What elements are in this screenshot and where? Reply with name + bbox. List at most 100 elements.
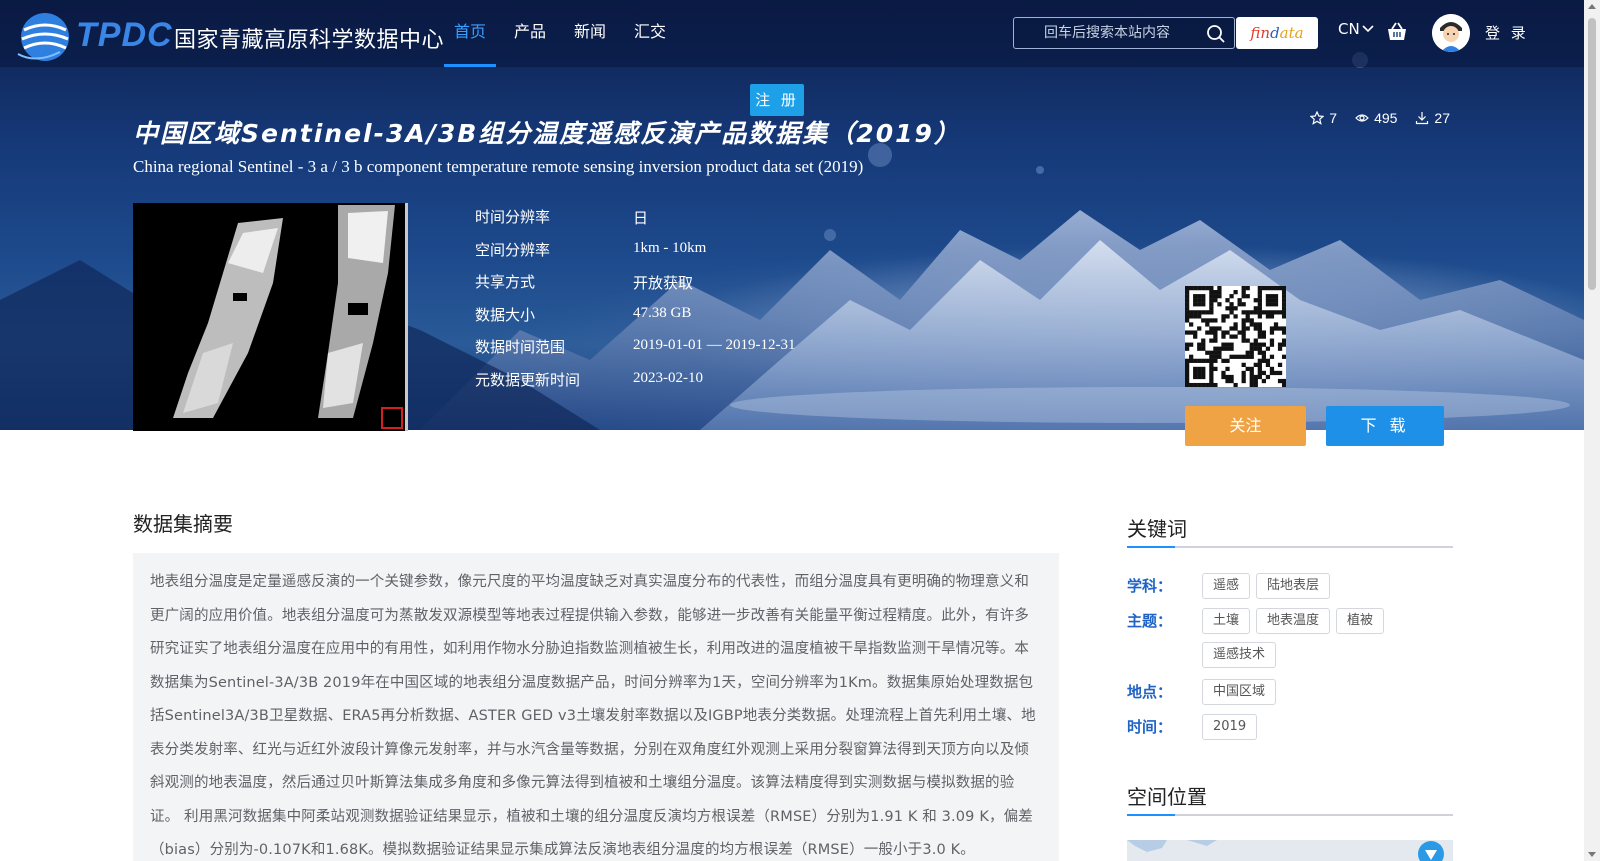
qr-module bbox=[1245, 310, 1250, 315]
avatar[interactable] bbox=[1432, 14, 1470, 52]
qr-module bbox=[1225, 358, 1230, 363]
qr-module bbox=[1245, 286, 1250, 291]
qr-module bbox=[1185, 358, 1190, 363]
qr-module bbox=[1269, 326, 1275, 331]
qr-module bbox=[1241, 370, 1246, 376]
qr-module bbox=[1205, 322, 1210, 327]
qr-module bbox=[1261, 350, 1266, 355]
search-icon[interactable] bbox=[1206, 24, 1226, 44]
qr-module bbox=[1197, 374, 1202, 380]
findata-link[interactable]: findata bbox=[1236, 17, 1318, 49]
qr-module bbox=[1261, 354, 1266, 359]
thumbnail-edge bbox=[405, 203, 408, 431]
nav-submit[interactable]: 汇交 bbox=[620, 0, 680, 67]
qr-module bbox=[1241, 378, 1246, 384]
qr-module bbox=[1241, 302, 1246, 307]
qr-module bbox=[1245, 354, 1250, 359]
qr-module bbox=[1233, 306, 1238, 311]
qr-module bbox=[1229, 302, 1234, 307]
scroll-down-icon[interactable] bbox=[1588, 852, 1596, 857]
qr-module bbox=[1201, 338, 1206, 343]
keyword-tag[interactable]: 地表温度 bbox=[1256, 608, 1331, 634]
qr-module bbox=[1193, 334, 1198, 339]
qr-module bbox=[1209, 318, 1214, 323]
qr-module bbox=[1193, 358, 1198, 363]
qr-module bbox=[1257, 286, 1262, 291]
qr-module bbox=[1197, 366, 1202, 372]
qr-module bbox=[1201, 310, 1206, 315]
download-icon bbox=[1416, 112, 1429, 125]
meta-label: 数据时间范围 bbox=[475, 338, 566, 356]
scroll-up-icon[interactable] bbox=[1588, 4, 1596, 9]
qr-module bbox=[1201, 294, 1206, 299]
qr-module bbox=[1281, 314, 1287, 319]
qr-module bbox=[1253, 342, 1258, 347]
keyword-tag[interactable]: 中国区域 bbox=[1202, 679, 1277, 705]
nav-products[interactable]: 产品 bbox=[500, 0, 560, 67]
map-image bbox=[1127, 840, 1453, 861]
language-switcher[interactable]: CN bbox=[1338, 20, 1374, 38]
keyword-tag[interactable]: 遥感 bbox=[1202, 573, 1251, 599]
keyword-tag[interactable]: 2019 bbox=[1202, 714, 1258, 740]
dataset-thumbnail[interactable] bbox=[133, 203, 408, 431]
meta-label: 元数据更新时间 bbox=[475, 370, 581, 389]
qr-module bbox=[1257, 298, 1262, 303]
findata-part-1: fin bbox=[1250, 24, 1271, 42]
basket-icon[interactable] bbox=[1386, 21, 1408, 43]
nav-news[interactable]: 新闻 bbox=[560, 0, 620, 67]
keyword-tag[interactable]: 土壤 bbox=[1202, 608, 1251, 634]
qr-module bbox=[1217, 326, 1222, 331]
register-button[interactable]: 注 册 bbox=[750, 84, 804, 116]
scrollbar-thumb[interactable] bbox=[1588, 18, 1596, 290]
qr-module bbox=[1193, 310, 1198, 315]
qr-module bbox=[1269, 354, 1275, 359]
meta-row: 空间分辨率 1km - 10km bbox=[475, 235, 875, 268]
keyword-tags: 遥感 陆地表层 bbox=[1202, 573, 1452, 599]
qr-module bbox=[1185, 294, 1190, 299]
follow-button[interactable]: 关注 bbox=[1185, 406, 1306, 446]
qr-module bbox=[1241, 294, 1246, 299]
qr-module bbox=[1205, 350, 1210, 355]
qr-module bbox=[1273, 326, 1279, 331]
login-link[interactable]: 登 录 bbox=[1485, 22, 1529, 43]
qr-module bbox=[1245, 314, 1250, 319]
qr-module bbox=[1249, 378, 1254, 384]
keyword-tag[interactable]: 植被 bbox=[1336, 608, 1385, 634]
qr-module bbox=[1193, 298, 1198, 303]
qr-module bbox=[1269, 366, 1275, 372]
qr-module bbox=[1205, 330, 1210, 335]
qr-module bbox=[1277, 370, 1283, 376]
qr-module bbox=[1257, 330, 1262, 335]
site-logo[interactable]: TPDC 国家青藏高原科学数据中心 bbox=[16, 6, 444, 62]
qr-module bbox=[1257, 350, 1262, 355]
qr-module bbox=[1241, 330, 1246, 335]
qr-module bbox=[1209, 294, 1214, 299]
search-input[interactable] bbox=[1026, 18, 1196, 48]
nav-home[interactable]: 首页 bbox=[440, 0, 500, 67]
stat-stars[interactable]: 7 bbox=[1310, 110, 1337, 126]
qr-module bbox=[1257, 366, 1262, 372]
meta-label: 空间分辨率 bbox=[475, 240, 551, 259]
download-button[interactable]: 下 载 bbox=[1326, 406, 1444, 446]
qr-module bbox=[1265, 314, 1271, 319]
qr-module bbox=[1189, 342, 1194, 347]
qr-module bbox=[1249, 354, 1254, 359]
page-scrollbar[interactable] bbox=[1584, 0, 1600, 861]
qr-module bbox=[1205, 318, 1210, 323]
qr-module bbox=[1193, 366, 1198, 372]
qr-module bbox=[1269, 342, 1275, 347]
keyword-tag[interactable]: 陆地表层 bbox=[1256, 573, 1331, 599]
qr-module bbox=[1209, 358, 1214, 363]
location-map[interactable] bbox=[1127, 840, 1453, 861]
qr-module bbox=[1209, 310, 1214, 315]
qr-module bbox=[1241, 334, 1246, 339]
qr-module bbox=[1257, 370, 1262, 376]
keyword-tag[interactable]: 遥感技术 bbox=[1202, 642, 1277, 668]
qr-module bbox=[1185, 378, 1190, 384]
qr-module bbox=[1189, 286, 1194, 291]
qr-module bbox=[1229, 342, 1234, 347]
qr-module bbox=[1213, 294, 1218, 299]
qr-module bbox=[1277, 310, 1283, 315]
qr-module bbox=[1241, 326, 1246, 331]
qr-module bbox=[1185, 342, 1190, 347]
